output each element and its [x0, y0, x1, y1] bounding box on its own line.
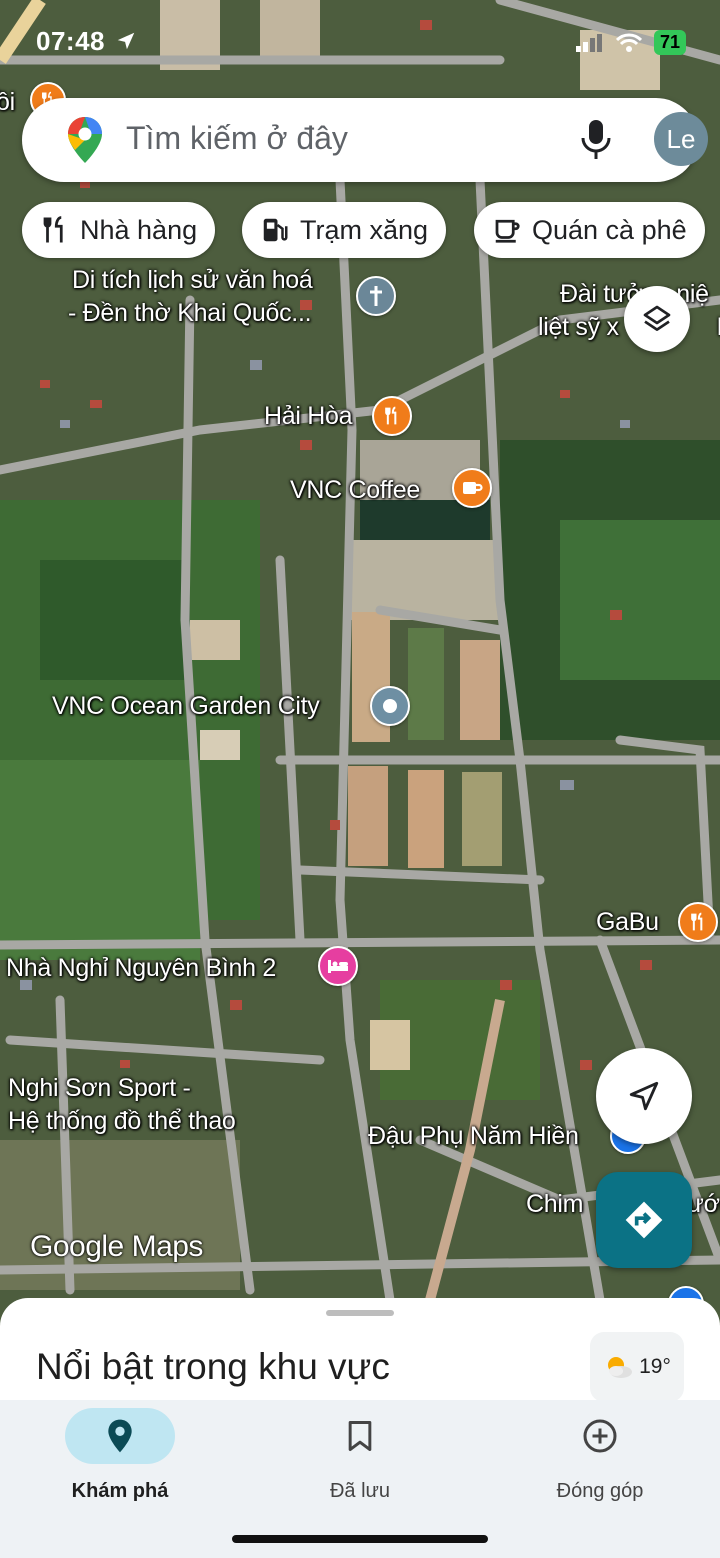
search-input[interactable]: Tìm kiếm ở đây: [126, 120, 348, 157]
chip-gas-stations-label: Trạm xăng: [300, 214, 429, 245]
location-pin-icon[interactable]: [370, 686, 410, 726]
home-indicator[interactable]: [232, 1535, 488, 1543]
google-maps-logo: Google Maps: [30, 1230, 203, 1263]
map-label-gabu[interactable]: GaBu: [596, 906, 659, 939]
map-label-sport-line2: Hệ thống đồ thể thao: [8, 1106, 236, 1135]
my-location-button[interactable]: [596, 1048, 692, 1144]
status-time-text: 07:48: [36, 26, 105, 56]
hotel-pin-icon[interactable]: [318, 946, 358, 986]
wifi-icon: [615, 33, 642, 52]
restaurant-pin-icon[interactable]: [372, 396, 412, 436]
sheet-drag-handle[interactable]: [326, 1310, 394, 1316]
status-bar: 07:48 71: [0, 0, 720, 90]
layers-button[interactable]: [624, 286, 690, 352]
map-label-vnc-coffee[interactable]: VNC Coffee: [290, 474, 420, 507]
map-label-hai-hoa[interactable]: Hải Hòa: [264, 400, 353, 433]
nav-explore-label: Khám phá: [71, 1480, 169, 1502]
weather-chip[interactable]: 19°: [590, 1332, 684, 1402]
nav-contribute-label: Đóng góp: [556, 1480, 644, 1502]
layers-icon: [643, 305, 671, 331]
navigation-arrow-icon: [629, 1081, 659, 1111]
add-circle-icon: [583, 1419, 617, 1453]
microphone-icon[interactable]: [578, 118, 614, 162]
restaurant-pin-icon[interactable]: [678, 902, 718, 942]
search-bar[interactable]: Tìm kiếm ở đây Le: [22, 98, 708, 182]
directions-button[interactable]: [596, 1172, 692, 1268]
directions-icon: [625, 1201, 663, 1239]
status-time: 07:48: [36, 26, 137, 57]
weather-temperature: 19°: [639, 1355, 671, 1378]
map-label-sport-line1: Nghi Sơn Sport -: [8, 1074, 191, 1102]
map-label-chim-tail: ước: [687, 1190, 720, 1218]
map-label-relic[interactable]: Di tích lịch sử văn hoá - Đền thờ Khai Q…: [68, 264, 313, 329]
nav-contribute[interactable]: Đóng góp: [480, 1400, 720, 1530]
map-label-relic-line2: - Đền thờ Khai Quốc...: [68, 298, 312, 327]
location-arrow-icon: [117, 32, 134, 50]
partly-cloudy-icon: [608, 1357, 633, 1378]
chip-restaurants[interactable]: Nhà hàng: [22, 202, 216, 258]
map-label-left-edge[interactable]: ồi: [0, 86, 15, 119]
account-avatar[interactable]: Le: [654, 112, 708, 166]
map-label-tofu[interactable]: Đậu Phụ Năm Hiền: [368, 1120, 579, 1153]
nav-saved-pill: [305, 1408, 415, 1464]
nav-saved-label: Đã lưu: [329, 1480, 391, 1502]
google-maps-pin-icon: [68, 117, 102, 163]
cellular-signal-icon: [575, 33, 602, 52]
coffee-icon: [495, 219, 520, 243]
map-label-sport[interactable]: Nghi Sơn Sport - Hệ thống đồ thể thao: [8, 1072, 236, 1137]
cafe-pin-icon[interactable]: [452, 468, 492, 508]
map-label-memorial-line2-tail: H: [717, 313, 720, 341]
nav-explore[interactable]: Khám phá: [0, 1400, 240, 1530]
battery-indicator: 71: [653, 30, 686, 55]
chip-restaurants-label: Nhà hàng: [80, 214, 198, 245]
map-label-relic-line1: Di tích lịch sử văn hoá: [72, 266, 313, 294]
chip-coffee-label: Quán cà phê: [532, 214, 687, 245]
location-pin-icon: [108, 1419, 132, 1453]
nav-explore-pill: [65, 1408, 175, 1464]
nav-saved[interactable]: Đã lưu: [240, 1400, 480, 1530]
restaurant-icon: [43, 216, 63, 243]
place-of-worship-pin-icon[interactable]: [356, 276, 396, 316]
bookmark-icon: [348, 1420, 372, 1452]
sheet-title: Nổi bật trong khu vực: [36, 1346, 390, 1387]
map-label-chim-text: Chim: [526, 1190, 584, 1218]
map-label-memorial-line2: liệt sỹ x: [538, 312, 619, 341]
map-label-ocean-garden[interactable]: VNC Ocean Garden City: [52, 690, 320, 723]
chip-coffee[interactable]: Quán cà phê: [474, 202, 705, 258]
chip-gas-stations[interactable]: Trạm xăng: [242, 202, 447, 258]
nav-contribute-pill: [545, 1408, 655, 1464]
status-indicators: 71: [575, 30, 686, 55]
map-label-guesthouse[interactable]: Nhà Nghỉ Nguyên Bình 2: [6, 952, 276, 985]
gas-station-icon: [263, 218, 288, 242]
